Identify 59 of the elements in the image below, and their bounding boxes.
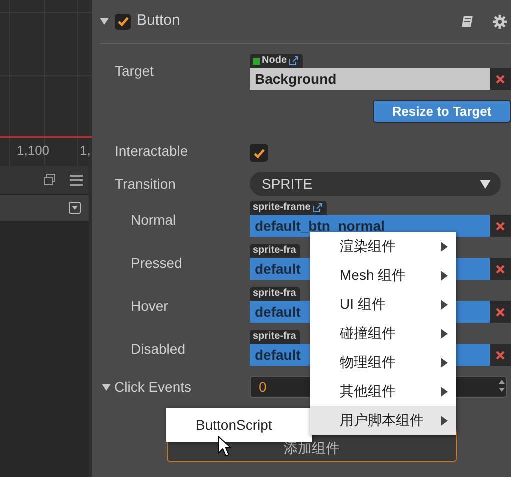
property-label: Interactable	[114, 142, 188, 161]
property-label: Click Events	[114, 378, 192, 396]
submenu-arrow-icon	[441, 358, 448, 368]
field-tag: sprite-fra	[250, 244, 300, 258]
clear-button[interactable]	[490, 258, 511, 280]
close-icon	[496, 222, 505, 230]
node-icon	[253, 58, 260, 64]
book-icon[interactable]	[461, 15, 474, 28]
clear-button[interactable]	[490, 215, 511, 237]
close-icon	[496, 264, 505, 274]
axis-label: 1,100	[17, 142, 50, 160]
submenu-arrow-icon	[441, 386, 448, 396]
menu-item[interactable]: 用户脚本组件	[310, 406, 456, 435]
close-icon	[496, 350, 505, 360]
clear-button[interactable]	[490, 301, 511, 323]
count-value: 0	[259, 378, 267, 397]
submenu-arrow-icon	[441, 270, 448, 280]
clear-button[interactable]	[490, 344, 511, 366]
clear-button[interactable]	[490, 68, 511, 90]
collapse-arrow-icon[interactable]	[102, 382, 111, 392]
submenu-arrow-icon	[441, 242, 448, 252]
enabled-checkbox[interactable]	[115, 14, 131, 30]
check-icon	[116, 16, 130, 27]
property-label: Normal	[130, 210, 176, 230]
checkbox[interactable]	[250, 144, 268, 162]
menu-item[interactable]: 碰撞组件	[310, 319, 456, 348]
menu-icon[interactable]	[70, 174, 83, 186]
component-title: Button	[137, 11, 180, 32]
select-value: SPRITE	[262, 174, 313, 194]
field-tag: sprite-fra	[250, 330, 300, 344]
select-field[interactable]: SPRITE	[250, 172, 501, 196]
link-icon[interactable]	[289, 56, 299, 66]
menu-item[interactable]: 物理组件	[310, 348, 456, 377]
property-label: Disabled	[130, 340, 186, 358]
field-tag: Node	[250, 54, 303, 68]
field-tag: sprite-frame	[250, 201, 327, 215]
field-tag: sprite-fra	[250, 287, 300, 301]
resize-button[interactable]: Resize to Target	[373, 100, 511, 123]
property-label: Pressed	[130, 254, 182, 272]
property-label: Transition	[114, 174, 176, 194]
submenu-arrow-icon	[441, 416, 448, 426]
property-label: Target	[114, 62, 154, 81]
dropdown-icon[interactable]	[69, 202, 81, 214]
menu-item[interactable]: Mesh 组件	[310, 261, 456, 290]
windows-icon[interactable]	[44, 174, 56, 186]
submenu-arrow-icon	[441, 328, 448, 338]
check-icon	[252, 148, 266, 158]
dropdown-arrow-icon	[480, 180, 491, 188]
close-icon	[496, 308, 505, 316]
submenu-arrow-icon	[441, 300, 448, 310]
node-field[interactable]: Background	[250, 68, 490, 90]
link-icon[interactable]	[312, 203, 323, 213]
settings-icon[interactable]	[493, 14, 507, 28]
collapse-arrow-icon[interactable]	[100, 17, 109, 26]
menu-item[interactable]: 其他组件	[310, 377, 456, 406]
close-icon	[496, 74, 505, 84]
axis-label: 1,	[80, 142, 91, 160]
property-label: Hover	[130, 296, 168, 316]
menu-item[interactable]: UI 组件	[310, 290, 456, 319]
